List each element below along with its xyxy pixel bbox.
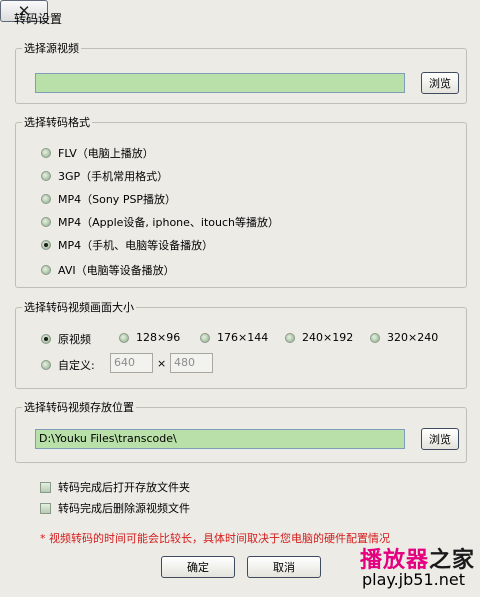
format-option-mp4-psp[interactable]: MP4（Sony PSP播放） [41,191,176,207]
radio-indicator[interactable] [285,332,295,343]
size-option-320x240[interactable]: 320×240 [370,331,438,344]
radio-indicator[interactable] [41,217,51,227]
window-title: 转码设置 [14,12,63,26]
radio-indicator[interactable] [370,332,380,343]
format-option-label: AVI（电脑等设备播放） [58,264,175,277]
size-option-label: 原视频 [58,333,91,346]
custom-height-input[interactable]: 480 [170,353,213,373]
radio-indicator[interactable] [41,148,51,158]
radio-indicator[interactable] [41,194,51,204]
radio-indicator[interactable] [41,334,51,344]
format-option-label: 3GP（手机常用格式） [58,170,169,183]
size-option-176x144[interactable]: 176×144 [200,331,268,344]
size-option-128x96[interactable]: 128×96 [119,331,180,344]
radio-indicator[interactable] [200,332,210,343]
times-sign: × [157,357,167,370]
custom-size-label: 自定义: [58,359,95,372]
source-browse-button[interactable]: 浏览 [421,72,459,94]
open-folder-checkbox-row[interactable]: 转码完成后打开存放文件夹 [40,479,190,495]
format-option-mp4-apple[interactable]: MP4（Apple设备, iphone、itouch等播放） [41,214,279,230]
output-location-legend: 选择转码视频存放位置 [24,401,134,414]
size-option-custom[interactable]: 自定义: [41,357,95,373]
radio-indicator[interactable] [41,240,51,250]
custom-width-input[interactable]: 640 [110,353,153,373]
source-video-input[interactable] [35,73,405,93]
format-option-label: MP4（手机、电脑等设备播放） [58,239,214,252]
format-option-label: MP4（Sony PSP播放） [58,193,177,206]
output-path-input[interactable]: D:\Youku Files\transcode\ [35,429,405,449]
format-option-flv[interactable]: FLV（电脑上播放） [41,145,154,161]
size-legend: 选择转码视频画面大小 [24,301,134,314]
ok-button[interactable]: 确定 [161,556,235,578]
delete-source-checkbox[interactable] [40,502,51,514]
format-option-label: MP4（Apple设备, iphone、itouch等播放） [58,216,279,229]
size-option-label: 240×192 [302,331,354,344]
format-option-label: FLV（电脑上播放） [58,147,154,160]
radio-indicator[interactable] [119,332,129,343]
format-legend: 选择转码格式 [24,116,90,129]
delete-source-label: 转码完成后删除源视频文件 [58,502,190,515]
transcode-time-note: * 视频转码的时间可能会比较长，具体时间取决于您电脑的硬件配置情况 [40,532,390,545]
open-folder-checkbox[interactable] [40,481,51,493]
delete-source-checkbox-row[interactable]: 转码完成后删除源视频文件 [40,500,190,516]
open-folder-label: 转码完成后打开存放文件夹 [58,481,190,494]
size-option-240x192[interactable]: 240×192 [285,331,353,344]
format-option-avi[interactable]: AVI（电脑等设备播放） [41,262,175,278]
size-option-label: 128×96 [136,331,181,344]
title-bar: 转码设置 ✕ [0,0,480,32]
watermark-url: play.jb51.net [362,570,465,589]
source-video-legend: 选择源视频 [24,42,79,55]
source-video-group: 选择源视频 [15,40,467,104]
radio-indicator[interactable] [41,360,51,370]
format-option-mp4-phone[interactable]: MP4（手机、电脑等设备播放） [41,237,213,253]
cancel-button[interactable]: 取消 [247,556,321,578]
format-option-3gp[interactable]: 3GP（手机常用格式） [41,168,168,184]
size-option-label: 176×144 [217,331,269,344]
output-browse-button[interactable]: 浏览 [421,428,459,450]
radio-indicator[interactable] [41,171,51,181]
size-option-label: 320×240 [387,331,439,344]
size-option-original[interactable]: 原视频 [41,331,91,347]
radio-indicator[interactable] [41,265,51,275]
